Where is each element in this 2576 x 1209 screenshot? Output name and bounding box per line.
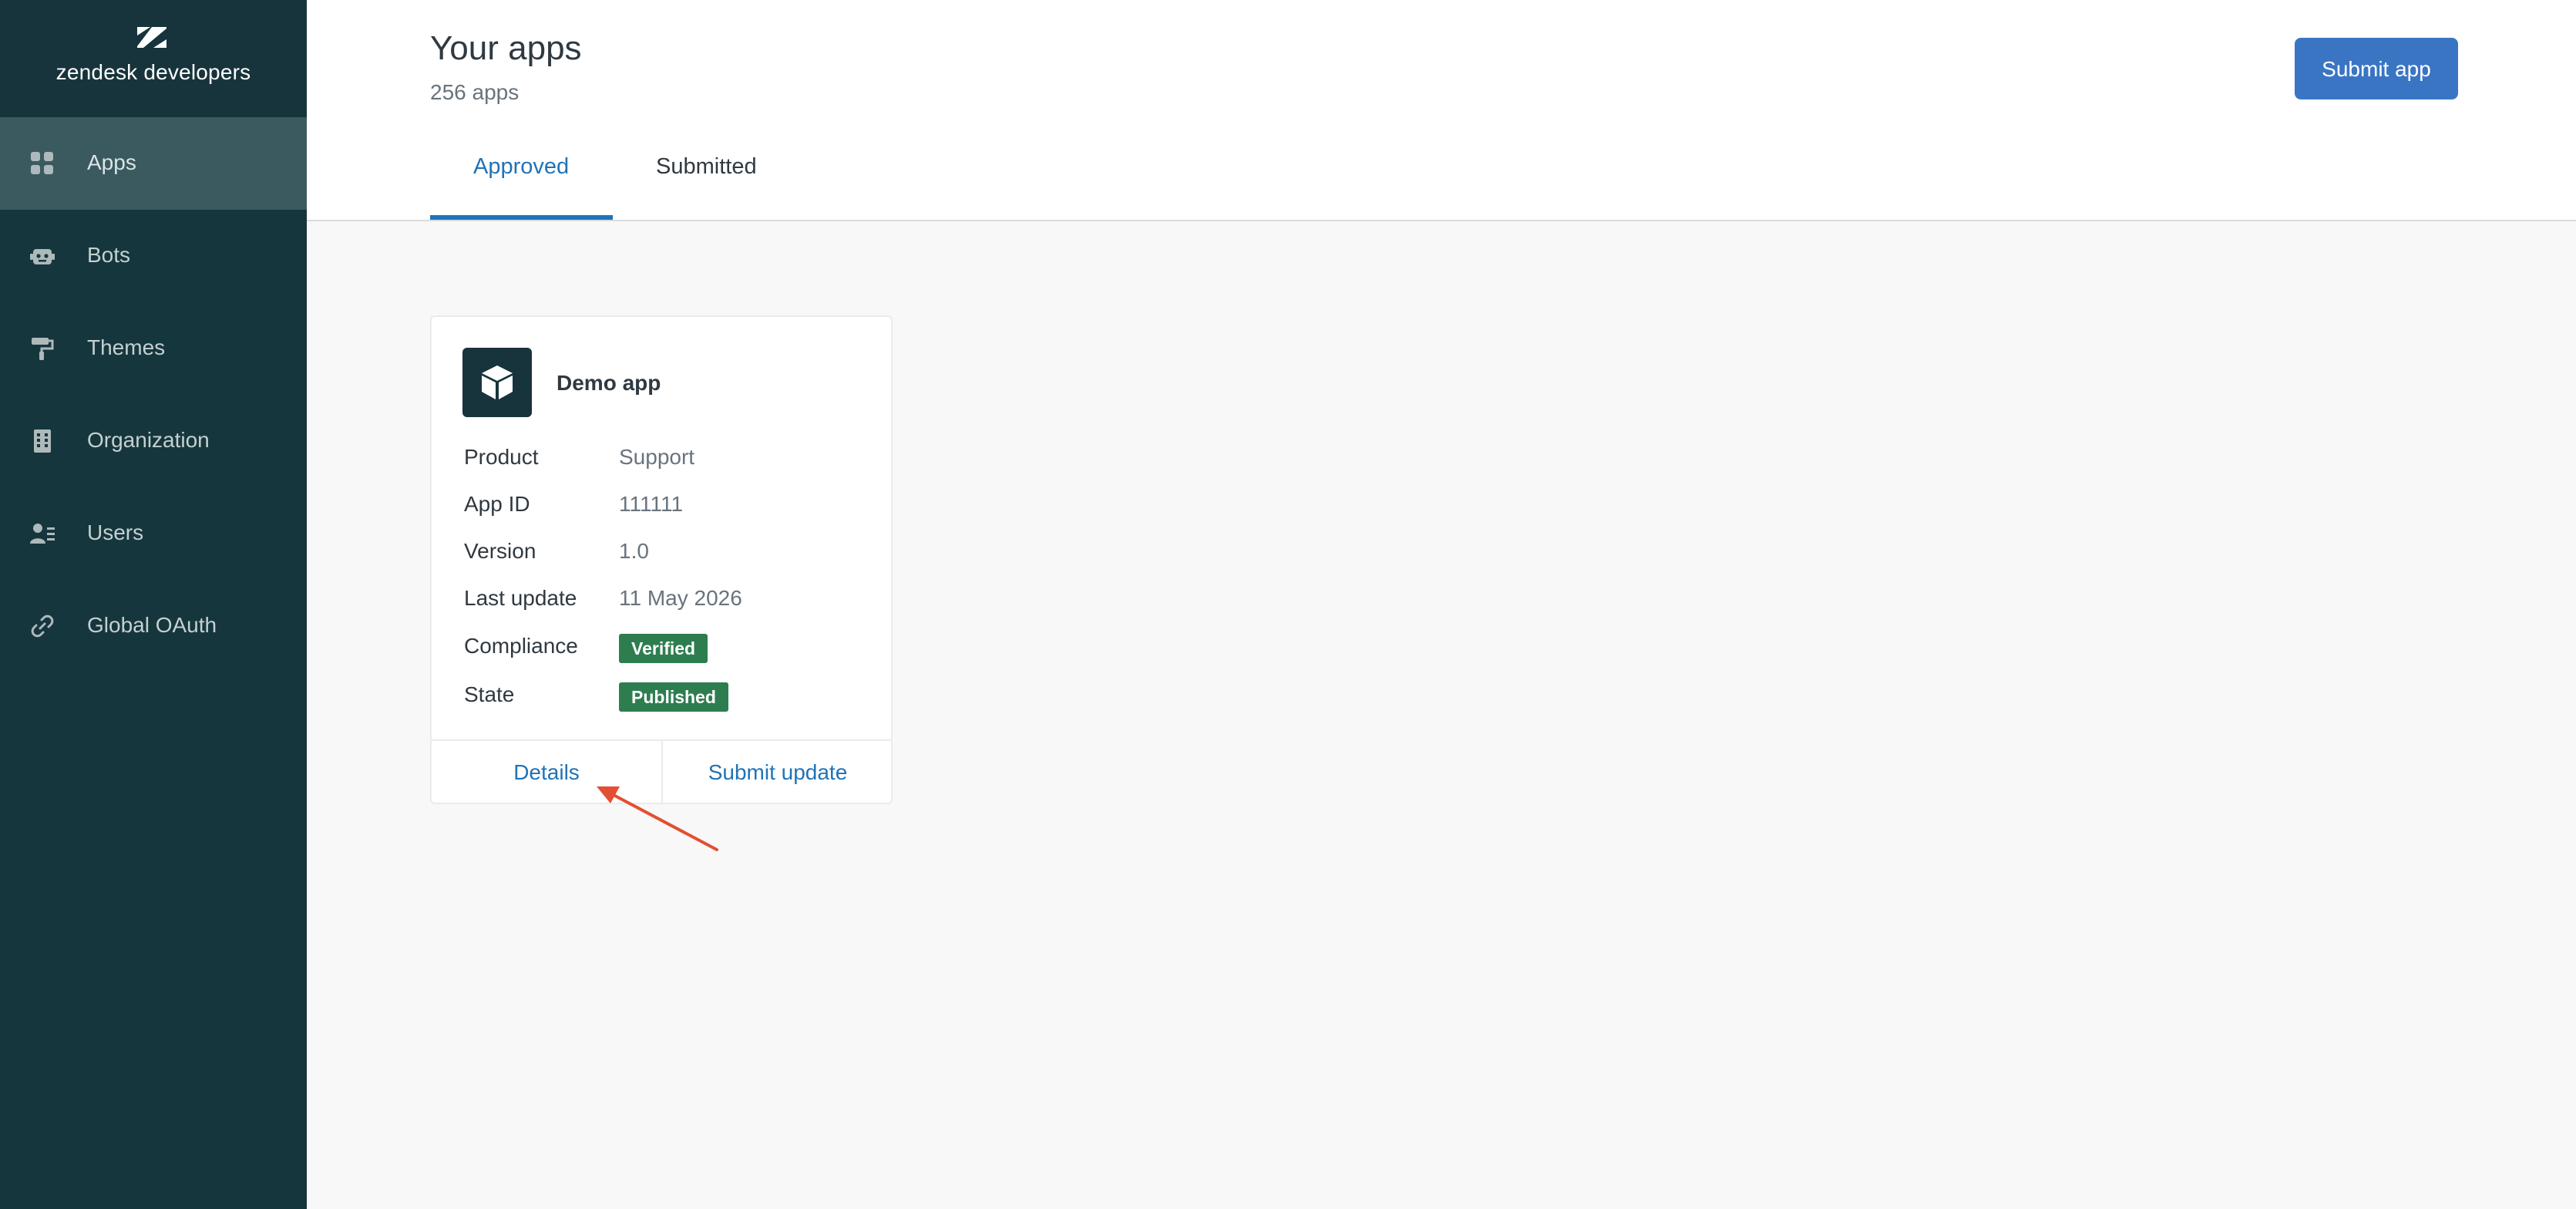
field-value-product: Support xyxy=(619,445,695,469)
state-badge: Published xyxy=(619,682,728,712)
sidebar-item-label: Themes xyxy=(87,335,166,359)
sidebar-item-users[interactable]: Users xyxy=(0,487,307,580)
field-value-last-update: 11 May 2026 xyxy=(619,586,742,610)
users-icon xyxy=(30,524,55,544)
brand-name: zendesk developers xyxy=(55,60,251,84)
brand-header[interactable]: zendesk developers xyxy=(0,0,307,117)
app-card: Demo app Product Support App ID 111111 V… xyxy=(430,315,893,804)
paint-roller-icon xyxy=(32,338,54,360)
sidebar-item-label: Bots xyxy=(87,243,131,267)
field-label-version: Version xyxy=(464,539,536,563)
page-header: Your apps 256 apps Submit app Approved S… xyxy=(307,0,2576,221)
app-count: 256 apps xyxy=(430,80,520,104)
sidebar-item-global-oauth[interactable]: Global OAuth xyxy=(0,580,307,672)
apps-grid-icon xyxy=(31,152,53,174)
field-label-app-id: App ID xyxy=(464,492,530,516)
cube-icon xyxy=(482,365,513,399)
building-icon xyxy=(34,429,51,453)
sidebar-item-themes[interactable]: Themes xyxy=(0,302,307,395)
sidebar-item-label: Global OAuth xyxy=(87,613,217,637)
submit-app-button[interactable]: Submit app xyxy=(2295,38,2458,99)
field-label-compliance: Compliance xyxy=(464,634,578,658)
active-tab-indicator xyxy=(430,215,613,220)
field-value-version: 1.0 xyxy=(619,539,649,563)
sidebar-item-bots[interactable]: Bots xyxy=(0,210,307,302)
page-title: Your apps xyxy=(430,29,582,67)
field-value-app-id: 111111 xyxy=(619,492,684,516)
sidebar-item-label: Users xyxy=(87,520,144,544)
app-avatar xyxy=(462,348,532,417)
field-label-product: Product xyxy=(464,445,539,469)
compliance-badge: Verified xyxy=(619,634,708,663)
app-name: Demo app xyxy=(557,371,661,395)
bot-icon xyxy=(30,249,55,264)
tab-submitted[interactable]: Submitted xyxy=(656,154,757,180)
sidebar-item-label: Organization xyxy=(87,428,210,452)
tab-approved[interactable]: Approved xyxy=(473,154,569,180)
zendesk-logo-icon xyxy=(137,27,166,48)
link-icon xyxy=(31,615,54,638)
annotation-arrow-icon xyxy=(597,786,718,851)
sidebar-item-apps[interactable]: Apps xyxy=(0,117,307,210)
sidebar-item-organization[interactable]: Organization xyxy=(0,395,307,487)
field-label-state: State xyxy=(464,682,515,706)
field-label-last-update: Last update xyxy=(464,586,577,610)
sidebar-item-label: Apps xyxy=(87,150,136,174)
sidebar: zendesk developers Apps Bots Themes Orga… xyxy=(0,0,307,1209)
